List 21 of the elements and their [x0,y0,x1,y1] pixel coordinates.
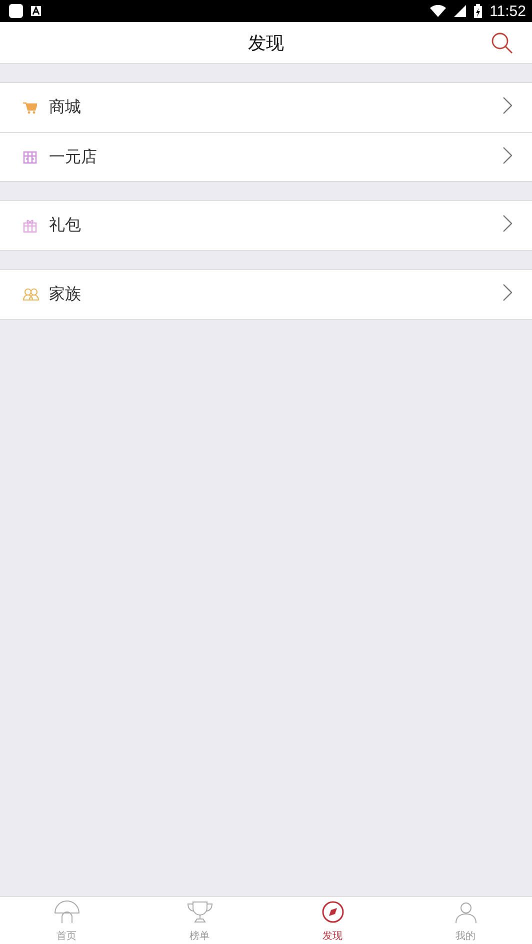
page-title: 发现 [248,32,284,54]
app-icon [31,6,41,16]
search-button[interactable] [491,32,513,54]
chevron-icon [503,284,512,301]
chevron-icon [503,97,512,114]
chevron-icon [503,215,512,232]
clock: 11:52 [490,2,526,20]
signal-icon [454,5,466,17]
mushroom-icon [54,900,80,924]
people-icon [23,288,39,301]
notification-icon [9,4,23,18]
shop-icon [23,150,37,164]
tab[interactable]: 发现 [266,897,399,944]
cart-icon [23,102,37,114]
gift-icon [23,218,37,232]
compass-icon [320,900,344,924]
trophy-icon [186,900,214,924]
chevron-icon [503,146,512,164]
wifi-icon [430,5,446,17]
battery-icon [474,4,482,18]
person-icon [454,900,478,924]
